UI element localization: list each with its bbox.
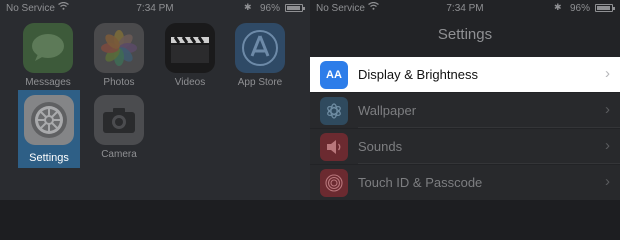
videos-label: Videos bbox=[174, 77, 206, 88]
settings-app[interactable]: Settings bbox=[19, 95, 79, 164]
home-screen: No Service 7:34 PM ✱ 96% Messages Photos… bbox=[0, 0, 310, 200]
chevron-right-icon: › bbox=[605, 65, 610, 82]
gear-icon bbox=[24, 95, 74, 145]
status-bar: No Service 7:34 PM ✱ 96% bbox=[0, 0, 310, 16]
row-label: Display & Brightness bbox=[358, 67, 478, 82]
row-separator bbox=[358, 163, 620, 164]
photos-icon bbox=[94, 23, 144, 73]
battery-icon bbox=[285, 4, 305, 12]
row-label: Wallpaper bbox=[358, 103, 417, 118]
appstore-label: App Store bbox=[237, 77, 283, 88]
chevron-right-icon: › bbox=[605, 173, 610, 190]
messages-label: Messages bbox=[25, 77, 71, 88]
fingerprint-icon bbox=[320, 169, 348, 197]
appstore-icon bbox=[235, 23, 285, 73]
messages-icon bbox=[23, 23, 73, 73]
battery-percent: 96% bbox=[570, 3, 591, 14]
display-brightness-icon: AA bbox=[320, 61, 348, 89]
row-label: Sounds bbox=[358, 139, 403, 154]
videos-app[interactable]: Videos bbox=[160, 23, 220, 88]
settings-row-display-brightness[interactable]: AA Display & Brightness › bbox=[310, 57, 620, 92]
battery-percent: 96% bbox=[260, 3, 281, 14]
camera-app[interactable]: Camera bbox=[89, 95, 149, 160]
appstore-app[interactable]: App Store bbox=[230, 23, 290, 88]
row-separator bbox=[358, 127, 620, 128]
photos-label: Photos bbox=[103, 77, 135, 88]
camera-icon bbox=[94, 95, 144, 145]
videos-icon bbox=[165, 23, 215, 73]
camera-label: Camera bbox=[101, 149, 137, 160]
settings-app-highlight: Settings bbox=[18, 90, 80, 168]
chevron-right-icon: › bbox=[605, 137, 610, 154]
bluetooth-icon: ✱ bbox=[554, 2, 562, 12]
bluetooth-icon: ✱ bbox=[244, 2, 252, 12]
photos-app[interactable]: Photos bbox=[89, 23, 149, 88]
settings-row-wallpaper[interactable]: Wallpaper › bbox=[310, 93, 620, 128]
settings-row-touch-id-passcode[interactable]: Touch ID & Passcode › bbox=[310, 165, 620, 200]
wallpaper-icon bbox=[320, 97, 348, 125]
settings-row-sounds[interactable]: Sounds › bbox=[310, 129, 620, 164]
row-label: Touch ID & Passcode bbox=[358, 175, 483, 190]
chevron-right-icon: › bbox=[605, 101, 610, 118]
speaker-icon bbox=[320, 133, 348, 161]
settings-screen: No Service 7:34 PM ✱ 96% Settings AA Dis… bbox=[310, 0, 620, 200]
settings-label: Settings bbox=[29, 152, 69, 164]
status-bar: No Service 7:34 PM ✱ 96% bbox=[310, 0, 620, 16]
battery-icon bbox=[595, 4, 615, 12]
messages-app[interactable]: Messages bbox=[18, 23, 78, 88]
page-title: Settings bbox=[437, 26, 493, 43]
